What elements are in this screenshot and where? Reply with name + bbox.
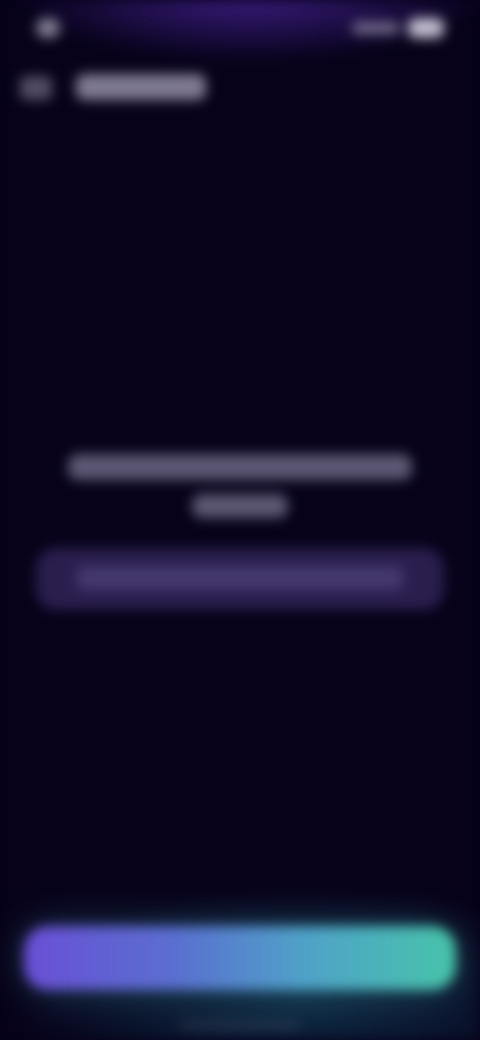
page-title	[76, 74, 206, 100]
empty-state-message	[60, 448, 420, 528]
primary-button-label	[24, 926, 456, 990]
battery-icon	[408, 18, 444, 38]
message-line-1	[68, 454, 412, 480]
header	[0, 60, 480, 116]
status-time	[36, 18, 60, 38]
home-indicator	[180, 1022, 300, 1028]
signal-icon	[352, 22, 400, 34]
app-screen	[0, 0, 480, 1040]
message-line-2	[192, 494, 288, 518]
info-pill-text	[76, 566, 404, 590]
back-arrow-icon[interactable]	[20, 76, 52, 100]
primary-action-button[interactable]	[24, 926, 456, 990]
info-pill[interactable]	[36, 548, 444, 610]
status-bar	[0, 0, 480, 56]
